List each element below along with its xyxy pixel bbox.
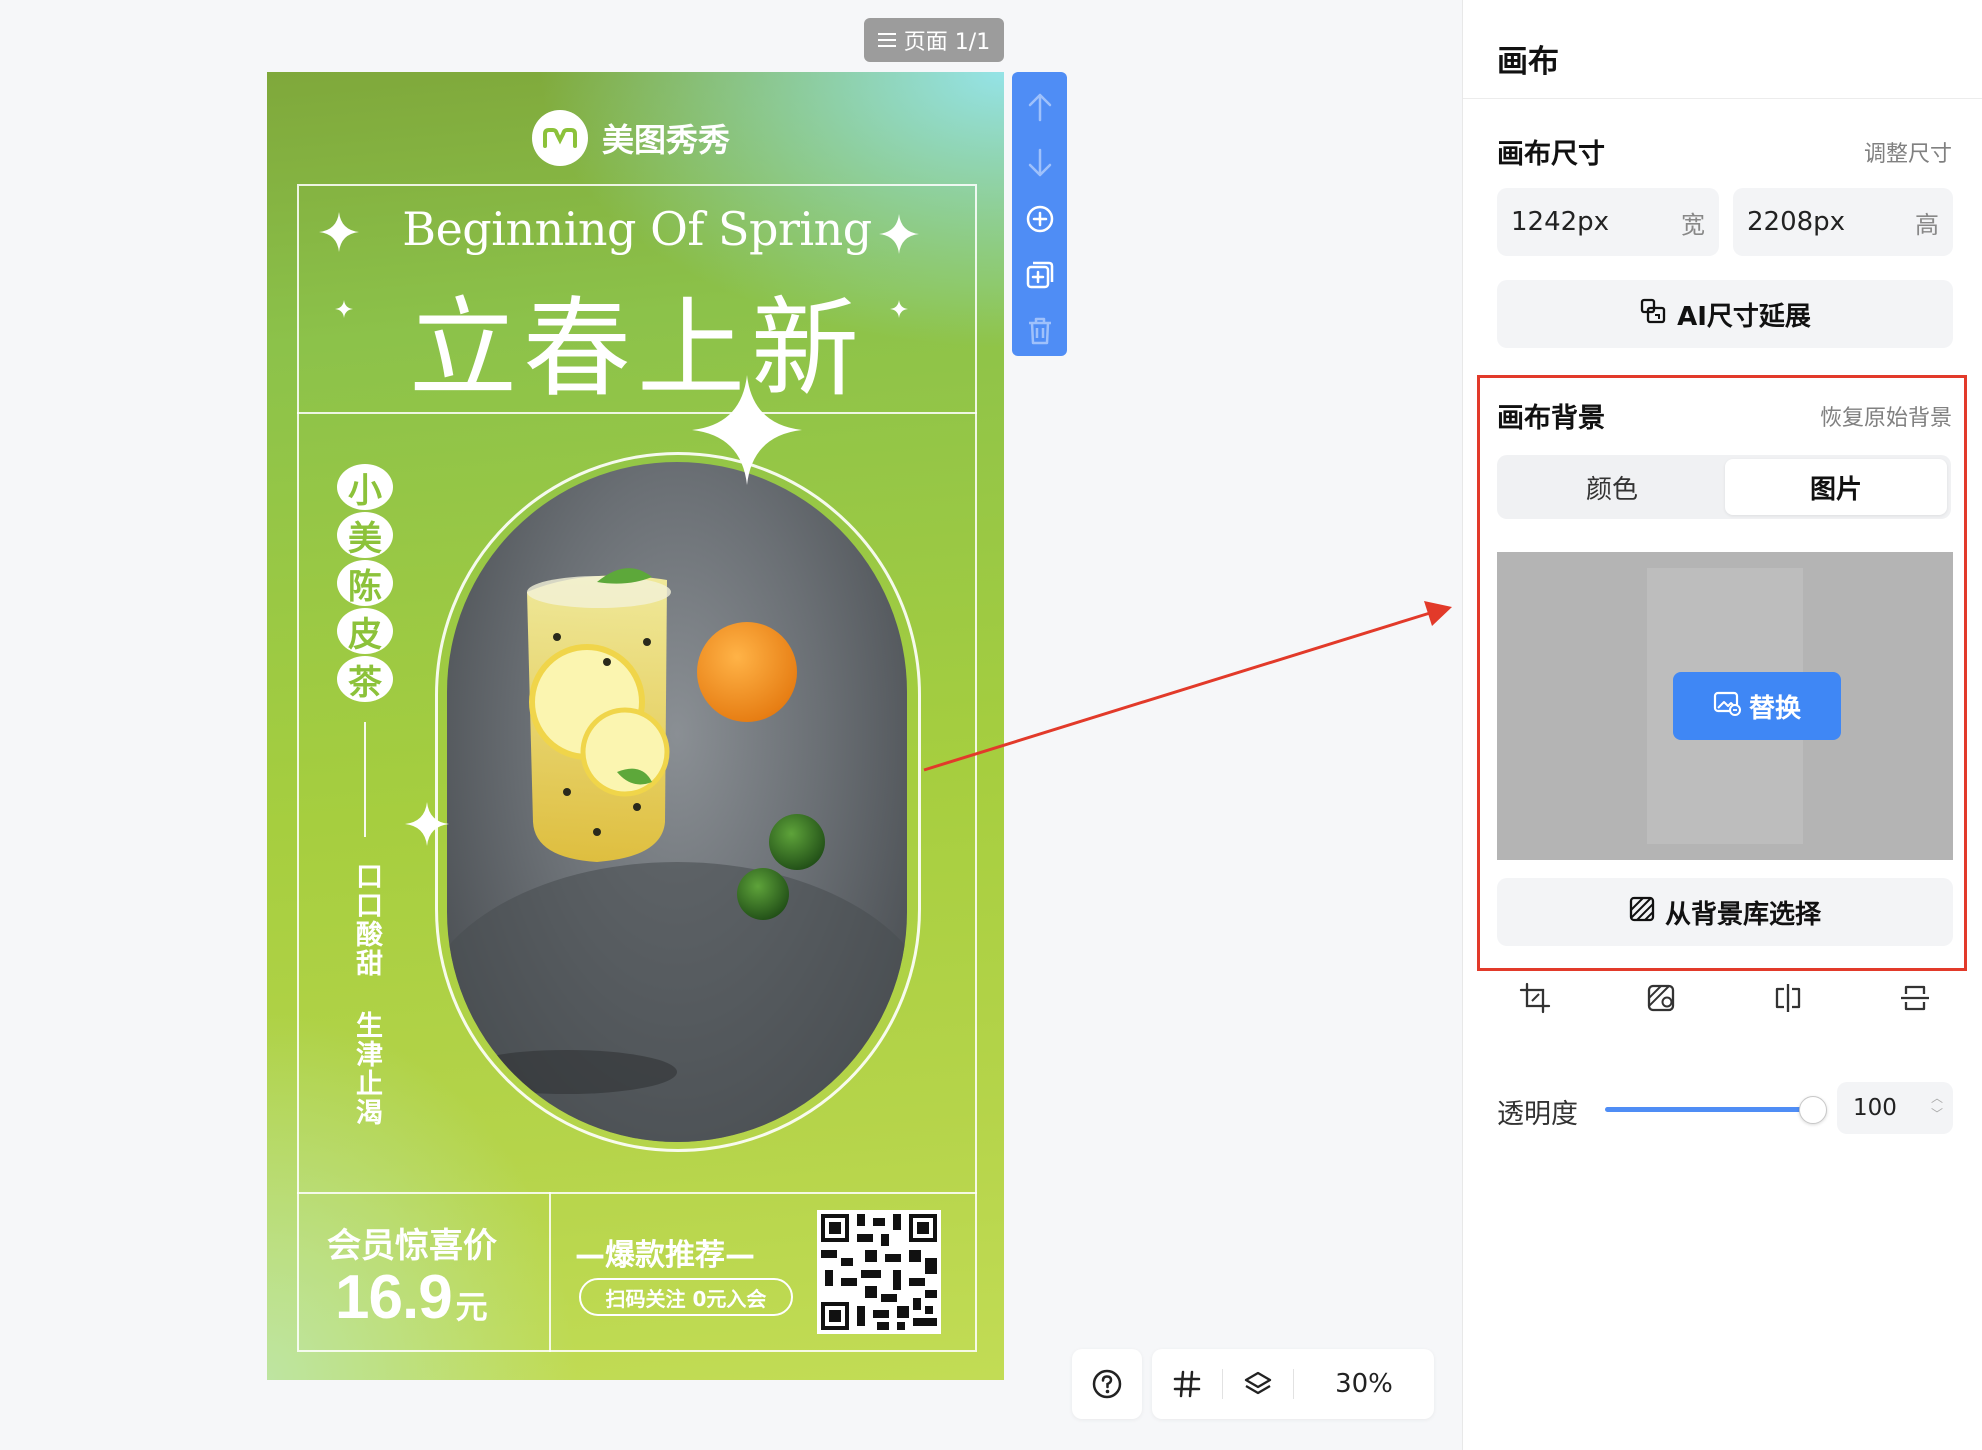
sparkle-icon [890,300,908,318]
product-name-vertical: 小 美 陈 皮 茶 [337,464,393,703]
canvas-area: 页面 1/1 美图秀秀 Beginning Of Spring 立春上新 小 美… [0,0,1462,1450]
promo-title: —爆款推荐— [575,1238,755,1273]
opacity-value: 100 [1853,1095,1897,1121]
replace-image-icon [1713,690,1741,723]
help-icon[interactable] [1072,1349,1142,1419]
tab-image[interactable]: 图片 [1725,459,1947,515]
opacity-slider-track[interactable] [1605,1107,1817,1112]
meitu-logo-icon [532,110,588,166]
sparkle-icon [692,375,802,485]
height-value: 2208px [1747,207,1846,237]
opacity-label: 透明度 [1497,1099,1578,1130]
price-unit: 元 [455,1289,488,1325]
sparkle-icon [405,802,449,846]
grid-icon[interactable] [1152,1349,1222,1419]
list-icon [877,32,896,48]
height-unit: 高 [1915,210,1939,239]
arrow-down-icon[interactable] [1020,138,1060,188]
divider [1463,98,1982,99]
price-value: 16.9 [335,1263,453,1332]
duplicate-page-icon[interactable] [1020,250,1060,300]
page-indicator-label: 页面 1/1 [903,30,991,55]
replace-button[interactable]: 替换 [1673,672,1841,740]
stepper-icon[interactable]: ︿ ﹀ [1931,1090,1943,1122]
qr-code [817,1210,941,1334]
poster-title-en: Beginning Of Spring [402,202,872,256]
width-field[interactable]: 1242px 宽 [1497,188,1719,256]
ai-extend-label: AI尺寸延展 [1677,301,1811,332]
vertical-divider [364,722,366,837]
background-type-tabs: 颜色 图片 [1497,455,1951,519]
view-tools: 30% [1152,1349,1434,1419]
poster-title-cn: 立春上新 [408,287,865,412]
product-char: 美 [337,512,393,559]
image-edit-icon[interactable] [1642,978,1682,1018]
width-unit: 宽 [1681,210,1705,239]
restore-background-link[interactable]: 恢复原始背景 [1820,400,1952,432]
canvas-background-title: 画布背景 [1497,403,1605,434]
price: 16.9 元 [335,1262,488,1333]
replace-label: 替换 [1748,693,1801,724]
bottom-toolbar: 30% [1072,1349,1434,1419]
width-value: 1242px [1511,207,1610,237]
poster[interactable]: 美图秀秀 Beginning Of Spring 立春上新 小 美 陈 皮 茶 … [267,72,1004,1380]
ai-extend-button[interactable]: AI尺寸延展 [1497,280,1953,348]
page-toolbar [1012,72,1067,356]
crop-icon[interactable] [1515,978,1555,1018]
brand: 美图秀秀 [532,110,730,166]
poster-divider [549,1192,551,1352]
opacity-input[interactable]: 100 ︿ ﹀ [1837,1082,1953,1134]
zoom-level[interactable]: 30% [1294,1369,1434,1399]
sparkle-icon [319,212,359,252]
opacity-slider-handle[interactable] [1799,1096,1827,1124]
arrow-up-icon[interactable] [1020,82,1060,132]
slogan-vertical: 口口酸甜 生津止渴 [351,862,382,1127]
drink-photo [447,462,907,1142]
ai-extend-icon [1639,297,1667,332]
properties-panel: 画布 画布尺寸 调整尺寸 1242px 宽 2208px 高 AI尺寸延展 画布… [1462,0,1982,1450]
sparkle-icon [335,300,353,318]
tab-color[interactable]: 颜色 [1501,459,1723,515]
promo-pill: 扫码关注 0元入会 [579,1278,793,1316]
background-library-label: 从背景库选择 [1664,899,1821,930]
poster-divider [297,1192,977,1194]
sparkle-icon [879,214,919,254]
product-char: 小 [337,464,393,511]
price-label: 会员惊喜价 [327,1226,497,1266]
product-char: 陈 [337,560,393,607]
background-library-button[interactable]: 从背景库选择 [1497,878,1953,946]
flip-horizontal-icon[interactable] [1768,978,1808,1018]
add-page-icon[interactable] [1020,194,1060,244]
height-field[interactable]: 2208px 高 [1733,188,1953,256]
adjust-size-link[interactable]: 调整尺寸 [1864,136,1952,168]
trash-icon[interactable] [1020,306,1060,356]
panel-title: 画布 [1497,44,1559,80]
canvas-size-title: 画布尺寸 [1497,139,1605,170]
flip-vertical-icon[interactable] [1895,978,1935,1018]
pattern-icon [1629,896,1655,929]
background-preview: 替换 [1497,552,1953,860]
help-box [1072,1349,1142,1419]
product-char: 茶 [337,656,393,703]
image-tools-row [1497,978,1953,1028]
layers-icon[interactable] [1223,1349,1293,1419]
page-indicator[interactable]: 页面 1/1 [864,18,1004,62]
brand-name: 美图秀秀 [602,121,731,159]
product-char: 皮 [337,608,393,655]
